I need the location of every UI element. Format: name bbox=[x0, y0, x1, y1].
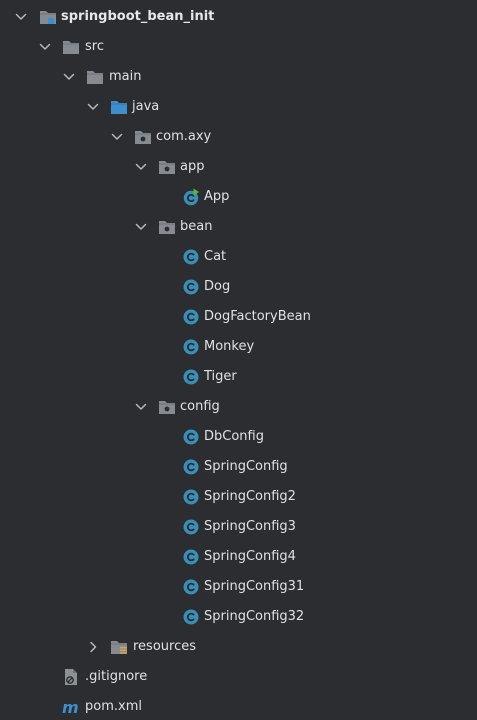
tree-node-class-springconfig3[interactable]: SpringConfig3 bbox=[0, 512, 477, 542]
source-root-folder-icon bbox=[109, 98, 129, 116]
tree-node-class-springconfig[interactable]: SpringConfig bbox=[0, 452, 477, 482]
tree-node-label: com.axy bbox=[156, 129, 212, 144]
chevron-down-icon[interactable] bbox=[110, 130, 124, 144]
tree-node-label: resources bbox=[133, 639, 197, 654]
class-icon bbox=[181, 368, 201, 386]
resources-folder-icon bbox=[109, 638, 129, 656]
chevron-down-icon[interactable] bbox=[14, 10, 28, 24]
tree-node-label: SpringConfig bbox=[204, 459, 288, 474]
tree-node-label: src bbox=[85, 39, 104, 54]
tree-node-label: SpringConfig3 bbox=[204, 519, 296, 534]
tree-node-class-dog[interactable]: Dog bbox=[0, 272, 477, 302]
chevron-down-icon[interactable] bbox=[62, 70, 76, 84]
class-icon bbox=[181, 248, 201, 266]
class-icon bbox=[181, 338, 201, 356]
tree-node-label: SpringConfig32 bbox=[204, 609, 305, 624]
chevron-down-icon[interactable] bbox=[134, 160, 148, 174]
tree-node-class-dogfactorybean[interactable]: DogFactoryBean bbox=[0, 302, 477, 332]
tree-node-class-monkey[interactable]: Monkey bbox=[0, 332, 477, 362]
maven-icon bbox=[61, 698, 81, 716]
class-icon bbox=[181, 308, 201, 326]
tree-node-label: config bbox=[180, 399, 220, 414]
tree-node-label: java bbox=[132, 99, 160, 114]
class-icon bbox=[181, 488, 201, 506]
class-icon bbox=[181, 608, 201, 626]
tree-node-package-com-axy[interactable]: com.axy bbox=[0, 122, 477, 152]
tree-node-java[interactable]: java bbox=[0, 92, 477, 122]
package-icon bbox=[157, 398, 177, 416]
tree-node-class-springconfig32[interactable]: SpringConfig32 bbox=[0, 602, 477, 632]
chevron-down-icon[interactable] bbox=[134, 400, 148, 414]
chevron-down-icon[interactable] bbox=[86, 100, 100, 114]
package-icon bbox=[157, 158, 177, 176]
project-tree: springboot_bean_init src main java com.a… bbox=[0, 0, 477, 720]
tree-node-label: main bbox=[109, 69, 142, 84]
class-icon bbox=[181, 578, 201, 596]
project-folder-icon bbox=[38, 8, 58, 26]
tree-node-class-cat[interactable]: Cat bbox=[0, 242, 477, 272]
tree-node-label: app bbox=[180, 159, 205, 174]
tree-node-project-root[interactable]: springboot_bean_init bbox=[0, 2, 477, 32]
tree-node-resources[interactable]: resources bbox=[0, 632, 477, 662]
tree-node-file-gitignore[interactable]: .gitignore bbox=[0, 662, 477, 692]
tree-node-file-pom[interactable]: pom.xml bbox=[0, 692, 477, 720]
runnable-class-icon bbox=[181, 188, 201, 206]
class-icon bbox=[181, 518, 201, 536]
package-icon bbox=[157, 218, 177, 236]
tree-node-package-app[interactable]: app bbox=[0, 152, 477, 182]
tree-node-label: SpringConfig31 bbox=[204, 579, 305, 594]
tree-node-class-tiger[interactable]: Tiger bbox=[0, 362, 477, 392]
folder-icon bbox=[61, 38, 81, 56]
tree-node-label: DogFactoryBean bbox=[204, 309, 311, 324]
tree-node-src[interactable]: src bbox=[0, 32, 477, 62]
tree-node-label: Tiger bbox=[204, 369, 237, 384]
tree-node-class-springconfig31[interactable]: SpringConfig31 bbox=[0, 572, 477, 602]
chevron-down-icon[interactable] bbox=[134, 220, 148, 234]
chevron-down-icon[interactable] bbox=[38, 40, 52, 54]
tree-node-class-springconfig4[interactable]: SpringConfig4 bbox=[0, 542, 477, 572]
tree-node-label: Monkey bbox=[204, 339, 255, 354]
folder-icon bbox=[85, 68, 105, 86]
tree-node-main[interactable]: main bbox=[0, 62, 477, 92]
tree-node-class-dbconfig[interactable]: DbConfig bbox=[0, 422, 477, 452]
tree-node-package-bean[interactable]: bean bbox=[0, 212, 477, 242]
tree-node-label: pom.xml bbox=[85, 699, 142, 714]
class-icon bbox=[181, 458, 201, 476]
gitignore-file-icon bbox=[61, 668, 81, 686]
tree-node-label: SpringConfig4 bbox=[204, 549, 296, 564]
tree-node-label: springboot_bean_init bbox=[61, 9, 215, 24]
tree-node-label: Cat bbox=[204, 249, 227, 264]
tree-node-label: SpringConfig2 bbox=[204, 489, 296, 504]
tree-node-class-springconfig2[interactable]: SpringConfig2 bbox=[0, 482, 477, 512]
tree-node-label: Dog bbox=[204, 279, 231, 294]
tree-node-label: App bbox=[204, 189, 230, 204]
tree-node-label: bean bbox=[180, 219, 213, 234]
class-icon bbox=[181, 278, 201, 296]
class-icon bbox=[181, 428, 201, 446]
package-icon bbox=[133, 128, 153, 146]
tree-node-class-app[interactable]: App bbox=[0, 182, 477, 212]
class-icon bbox=[181, 548, 201, 566]
tree-node-package-config[interactable]: config bbox=[0, 392, 477, 422]
chevron-right-icon[interactable] bbox=[86, 640, 100, 654]
tree-node-label: .gitignore bbox=[85, 669, 148, 684]
tree-node-label: DbConfig bbox=[204, 429, 264, 444]
